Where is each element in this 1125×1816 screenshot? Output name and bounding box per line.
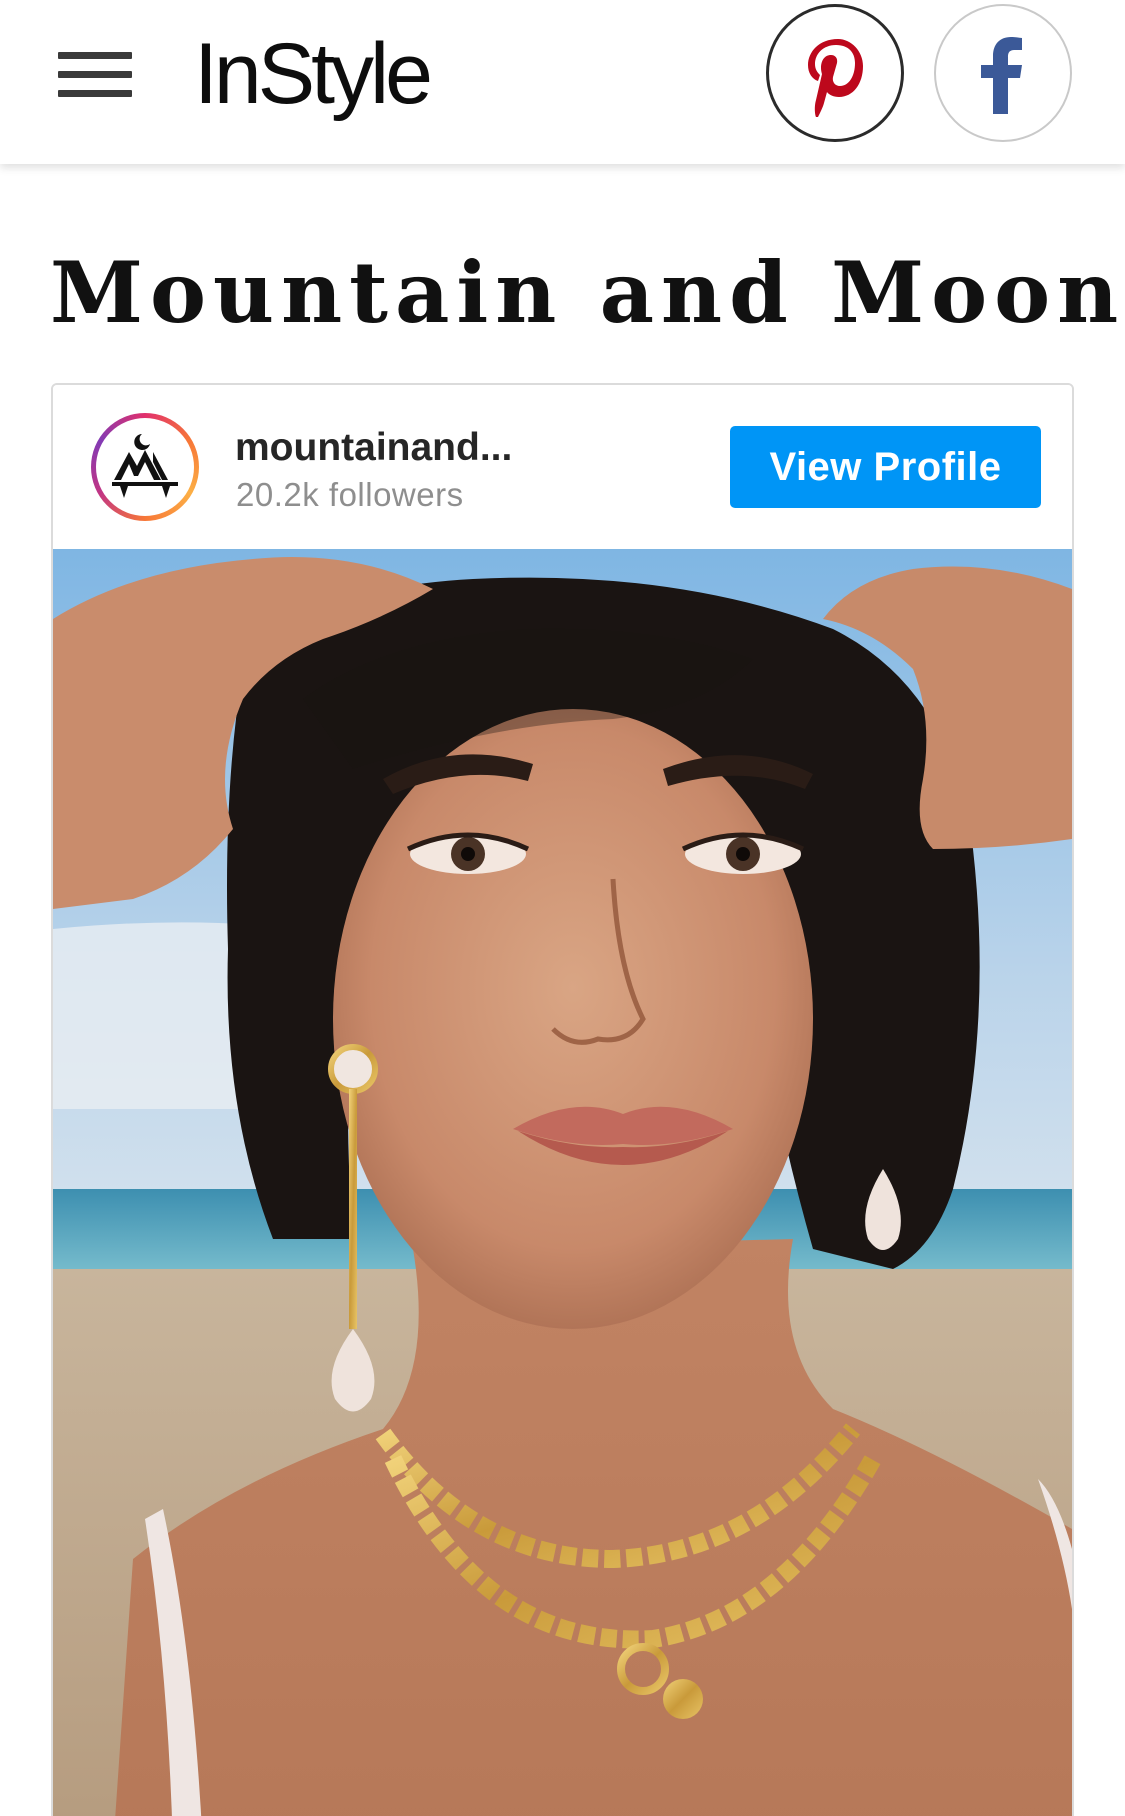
pinterest-share-button[interactable]: [766, 4, 904, 142]
site-logo[interactable]: InStyle: [194, 24, 433, 124]
instagram-embed-header: mountainand... 20.2k followers View Prof…: [53, 385, 1072, 549]
mountain-and-moon-logo-icon: [112, 434, 178, 498]
view-profile-button[interactable]: View Profile: [730, 426, 1041, 508]
avatar[interactable]: [91, 413, 199, 521]
facebook-icon: [981, 37, 1022, 114]
follower-count: 20.2k followers: [236, 476, 464, 513]
post-image: [53, 549, 1072, 1816]
pinterest-icon: [808, 39, 863, 117]
instagram-post-photo[interactable]: [53, 549, 1072, 1816]
hamburger-menu-icon[interactable]: [58, 50, 134, 100]
facebook-share-button[interactable]: [934, 4, 1072, 142]
instagram-embed: mountainand... 20.2k followers View Prof…: [51, 383, 1074, 1816]
site-header: InStyle: [0, 0, 1125, 164]
article-section-title: Mountain and Moon: [50, 243, 1125, 343]
instagram-username[interactable]: mountainand...: [235, 425, 512, 471]
